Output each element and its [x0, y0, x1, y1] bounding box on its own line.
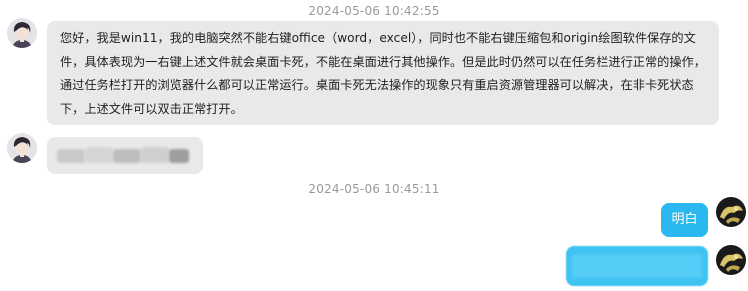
message-bubble-outgoing-redacted [566, 246, 708, 286]
my-avatar[interactable] [716, 197, 746, 227]
message-line: 您好，我是win11，我的电脑突然不能右键office（word，excel），… [60, 31, 696, 45]
user-avatar[interactable] [7, 18, 37, 48]
redacted-block [57, 149, 85, 163]
timestamp: 2024-05-06 10:45:11 [308, 182, 440, 196]
message-line: 通过任务栏打开的浏览器什么都可以正常运行。桌面卡死无法操作的现象只有重启资源管理… [60, 78, 694, 92]
redacted-block [85, 147, 113, 163]
message-text: 明白 [671, 212, 698, 227]
my-avatar[interactable] [716, 245, 746, 275]
message-bubble-incoming-redacted [47, 137, 203, 174]
redacted-block [169, 149, 189, 163]
user-avatar[interactable] [7, 133, 37, 163]
message-bubble-incoming: 您好，我是win11，我的电脑突然不能右键office（word，excel），… [47, 21, 719, 125]
my-avatar-icon [716, 245, 746, 275]
redacted-block [113, 149, 141, 163]
redacted-block [141, 147, 169, 163]
user-avatar-icon [7, 18, 37, 48]
user-avatar-icon [7, 133, 37, 163]
message-line: 件，具体表现为一右键上述文件就会桌面卡死，不能在桌面进行其他操作。但是此时仍然可… [60, 54, 706, 69]
message-bubble-outgoing: 明白 [661, 203, 708, 237]
my-avatar-icon [716, 197, 746, 227]
timestamp: 2024-05-06 10:42:55 [308, 4, 440, 18]
redacted-block [572, 254, 702, 278]
message-line: 下，上述文件可以双击正常打开。 [60, 101, 243, 116]
